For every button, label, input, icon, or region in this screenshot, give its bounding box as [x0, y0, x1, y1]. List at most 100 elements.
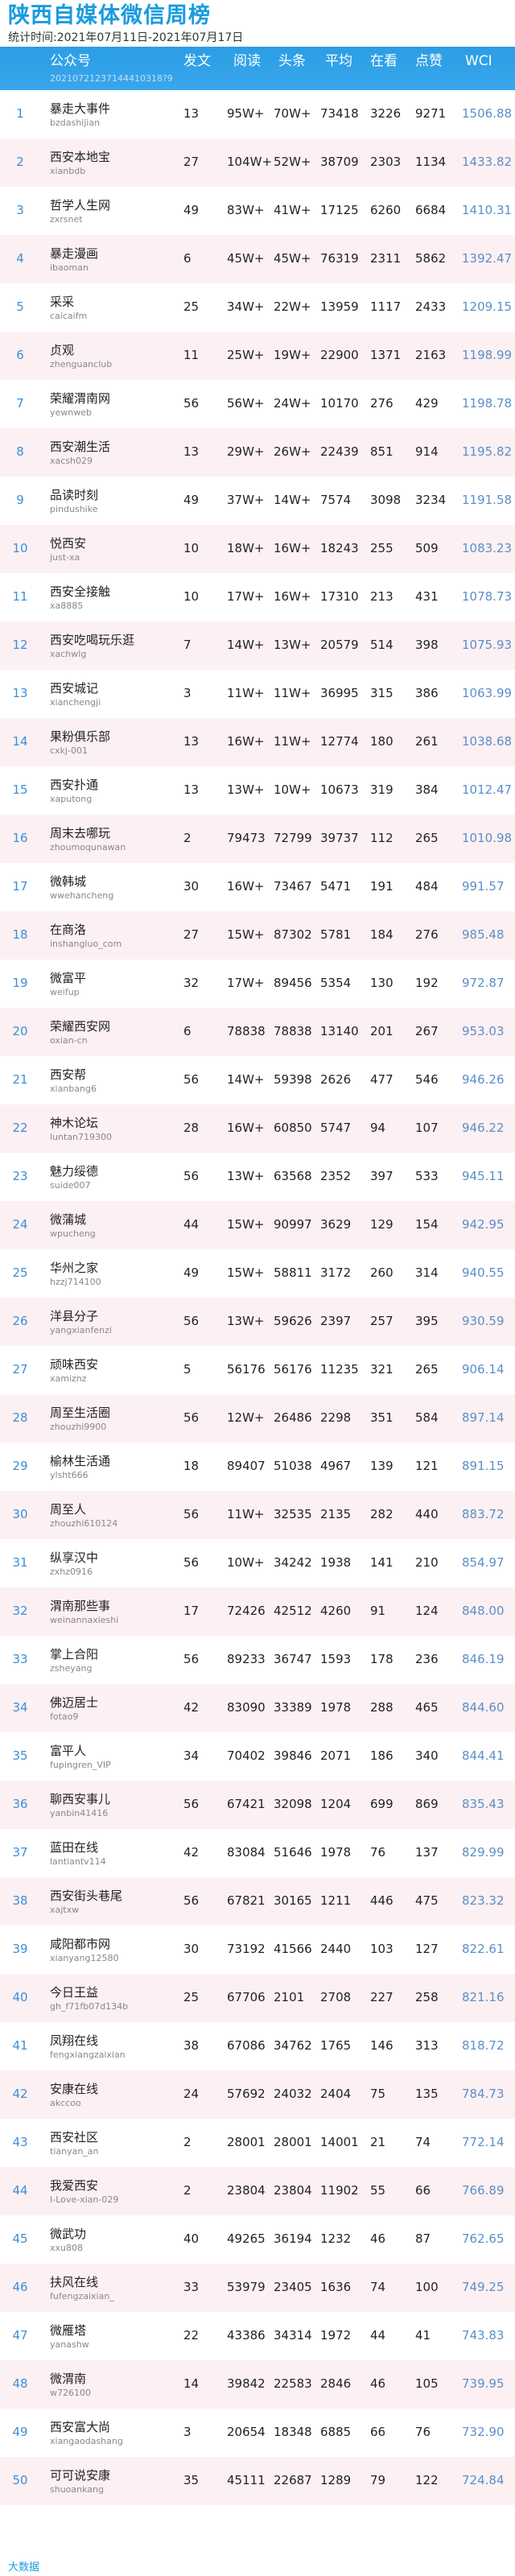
- cell-account-id: xamiznz: [50, 1373, 87, 1384]
- cell-name: 品读时刻: [50, 488, 99, 502]
- cell-posts: 44: [183, 1217, 200, 1232]
- cell-likes: 66: [415, 2183, 431, 2198]
- cell-headline: 28001: [274, 2135, 312, 2149]
- col-wci: WCI: [465, 53, 492, 69]
- cell-avg: 1978: [320, 1700, 352, 1715]
- cell-likes: 121: [415, 1459, 439, 1473]
- cell-name: 洋县分子: [50, 1309, 99, 1323]
- cell-likes: 76: [415, 2425, 431, 2439]
- cell-headline: 16W+: [274, 541, 311, 555]
- cell-name: 可可说安康: [50, 2468, 111, 2483]
- cell-reads: 67706: [227, 1990, 266, 2004]
- cell-watching: 112: [370, 831, 393, 845]
- cell-watching: 21: [370, 2135, 386, 2149]
- col-avg: 平均: [325, 53, 352, 69]
- cell-watching: 129: [370, 1217, 393, 1232]
- cell-avg: 1289: [320, 2473, 352, 2487]
- cell-wci: 906.14: [462, 1362, 505, 1377]
- cell-name: 西安本地宝: [50, 150, 111, 164]
- cell-wci: 766.89: [462, 2183, 505, 2198]
- cell-watching: 321: [370, 1362, 393, 1377]
- cell-name: 西安帮: [50, 1067, 87, 1082]
- table-row: 10 悦西安 just-xa 10 18W+ 16W+ 18243 255 509 1083.23: [0, 525, 515, 573]
- cell-wci: 1392.47: [462, 251, 513, 266]
- table-row: 1 暴走大事件 bzdashijian 13 95W+ 70W+ 73418 3226 9271…: [0, 90, 515, 138]
- cell-name: 微富平: [50, 971, 87, 985]
- cell-posts: 3: [183, 2425, 192, 2439]
- cell-likes: 267: [415, 1024, 439, 1038]
- cell-rank: 38: [12, 1893, 28, 1908]
- cell-reads: 18W+: [227, 541, 265, 555]
- cell-watching: 699: [370, 1797, 393, 1811]
- cell-reads: 57692: [227, 2087, 266, 2101]
- cell-posts: 56: [183, 1072, 200, 1087]
- cell-avg: 5747: [320, 1121, 352, 1135]
- cell-name: 西安街头巷尾: [50, 1889, 123, 1903]
- cell-name: 西安潮生活: [50, 440, 111, 454]
- cell-reads: 56W+: [227, 396, 265, 411]
- table-row: 11 西安全接触 xa8885 10 17W+ 16W+ 17310 213 431 1078.7…: [0, 573, 515, 621]
- cell-account-id: zhouzhi9900: [50, 1422, 107, 1432]
- cell-avg: 17310: [320, 589, 359, 604]
- cell-reads: 70402: [227, 1748, 266, 1763]
- table-row: 38 西安街头巷尾 xajtxw 56 67821 30165 1211 446 475 823.…: [0, 1877, 515, 1926]
- cell-headline: 41566: [274, 1942, 312, 1956]
- cell-likes: 509: [415, 541, 439, 555]
- cell-posts: 10: [183, 589, 200, 604]
- cell-account-id: fotao9: [50, 1711, 79, 1722]
- cell-posts: 5: [183, 1362, 192, 1377]
- cell-wci: 846.19: [462, 1652, 505, 1666]
- cell-name: 纵享汉中: [50, 1550, 99, 1565]
- cell-account-id: pindushike: [50, 504, 98, 514]
- cell-wci: 739.95: [462, 2376, 505, 2391]
- cell-account-id: fengxiangzaixian: [50, 2050, 126, 2060]
- cell-rank: 45: [12, 2231, 28, 2246]
- table-row: 21 西安帮 xianbang6 56 14W+ 59398 2626 477 546 946.2…: [0, 1056, 515, 1104]
- cell-likes: 313: [415, 2038, 439, 2053]
- cell-rank: 35: [12, 1748, 28, 1763]
- table-row: 48 微渭南 w726100 14 39842 22583 2846 46 105 739.95: [0, 2360, 515, 2409]
- cell-watching: 178: [370, 1652, 393, 1666]
- cell-account-id: hzzj714100: [50, 1277, 101, 1287]
- cell-avg: 13959: [320, 299, 359, 314]
- cell-rank: 17: [12, 879, 28, 894]
- cell-watching: 75: [370, 2087, 386, 2101]
- cell-posts: 2: [183, 831, 192, 845]
- cell-avg: 1211: [320, 1893, 352, 1908]
- cell-account-id: yewnweb: [50, 407, 92, 418]
- cell-wci: 784.73: [462, 2087, 505, 2101]
- cell-headline: 45W+: [274, 251, 311, 266]
- cell-avg: 2846: [320, 2376, 352, 2391]
- cell-name: 荣耀渭南网: [50, 391, 111, 406]
- cell-reads: 16W+: [227, 879, 265, 894]
- cell-posts: 27: [183, 927, 200, 942]
- cell-headline: 60850: [274, 1121, 312, 1135]
- col-reads: 阅读: [233, 53, 261, 69]
- cell-account-id: yanbin41416: [50, 1808, 109, 1818]
- cell-avg: 4260: [320, 1604, 352, 1618]
- cell-headline: 24032: [274, 2087, 312, 2101]
- cell-posts: 2: [183, 2183, 192, 2198]
- cell-reads: 15W+: [227, 927, 265, 942]
- cell-posts: 10: [183, 541, 200, 555]
- cell-name: 渭南那些事: [50, 1599, 111, 1613]
- cell-reads: 95W+: [227, 106, 265, 121]
- cell-watching: 2303: [370, 155, 402, 169]
- cell-wci: 749.25: [462, 2280, 505, 2294]
- cell-headline: 70W+: [274, 106, 311, 121]
- cell-posts: 56: [183, 1555, 200, 1570]
- cell-account-id: xianbang6: [50, 1084, 97, 1094]
- col-watching: 在看: [370, 53, 398, 69]
- cell-account-id: xxu808: [50, 2243, 83, 2253]
- cell-avg: 1204: [320, 1797, 352, 1811]
- cell-account-id: xianbdb: [50, 166, 86, 176]
- cell-likes: 395: [415, 1314, 439, 1328]
- cell-name: 西安城记: [50, 681, 99, 696]
- cell-reads: 15W+: [227, 1265, 265, 1280]
- cell-account-id: lantiantv114: [50, 1856, 106, 1867]
- cell-rank: 20: [12, 1024, 28, 1038]
- cell-headline: 59626: [274, 1314, 312, 1328]
- cell-reads: 83090: [227, 1700, 266, 1715]
- cell-rank: 48: [12, 2376, 28, 2391]
- cell-name: 聊西安事儿: [50, 1792, 111, 1806]
